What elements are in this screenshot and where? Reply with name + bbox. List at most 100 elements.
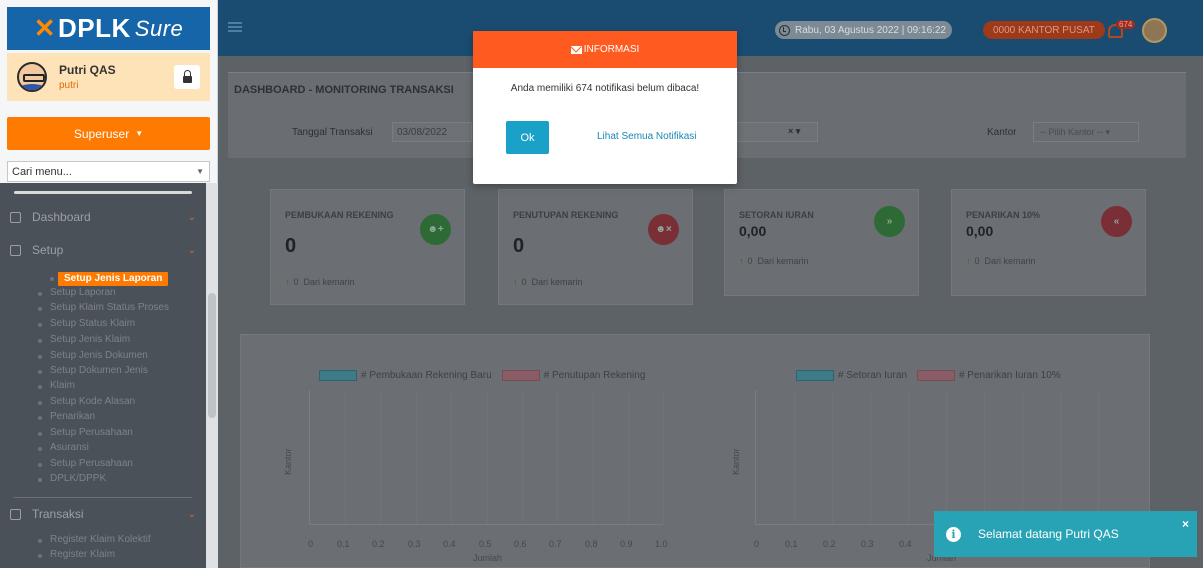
x-tick: 0.2 bbox=[823, 539, 836, 549]
chart-left-ylabel: Kantor bbox=[283, 448, 293, 475]
legend-label: # Penarikan Iuran 10% bbox=[958, 370, 1061, 381]
profile-name: Putri QAS bbox=[59, 63, 116, 77]
add-user-icon: ☻+ bbox=[420, 214, 451, 245]
gridline bbox=[628, 390, 629, 524]
caret-down-icon: ▼ bbox=[135, 129, 144, 138]
gridline bbox=[946, 390, 947, 524]
sidebar-item-label: Setup bbox=[32, 243, 64, 257]
sidebar-scroll-thumb[interactable] bbox=[208, 293, 216, 418]
sidebar-subitem-setup-jenis-klaim[interactable]: Setup Jenis Klaim bbox=[38, 334, 200, 346]
arrow-up-icon: ↑ bbox=[966, 256, 971, 266]
menu-search-select[interactable]: Cari menu... ▼ bbox=[7, 161, 210, 182]
arrow-up-icon: ↑ bbox=[285, 277, 290, 287]
gridline bbox=[345, 390, 346, 524]
card-trend-value: 0 bbox=[293, 277, 299, 287]
remove-user-icon: ☻× bbox=[648, 214, 679, 245]
sidebar-subitem-setup-status-klaim[interactable]: Setup Status Klaim bbox=[38, 318, 200, 330]
office-badge[interactable]: 0000 KANTOR PUSAT bbox=[983, 21, 1105, 39]
card-trend-value: 0 bbox=[974, 256, 980, 266]
caret-down-icon: ▼ bbox=[196, 167, 204, 176]
chart-left-xlabel: Jumlah bbox=[473, 553, 503, 563]
chart-right-plot bbox=[755, 390, 1135, 525]
sidebar-menu: Dashboard ⌄ Setup ⌄ Setup Jenis Laporan … bbox=[0, 183, 218, 568]
card-trend-label: Dari kemarin bbox=[531, 277, 583, 287]
stat-card-penutupan: PENUTUPAN REKENING 0 ☻× ↑ 0 Dari kemarin bbox=[498, 189, 693, 305]
menu-divider bbox=[14, 497, 192, 498]
card-value: 0,00 bbox=[966, 223, 994, 239]
kantor-select[interactable]: -- Pilih Kantor -- ▾ bbox=[1033, 122, 1139, 142]
lock-button[interactable] bbox=[174, 65, 200, 89]
gridline bbox=[794, 390, 795, 524]
notification-modal: INFORMASI Anda memiliki 674 notifikasi b… bbox=[473, 31, 737, 184]
sidebar-subitem-continuation: DPLK/DPPK bbox=[38, 473, 200, 485]
gridline bbox=[487, 390, 488, 524]
logo-suffix: Sure bbox=[134, 15, 184, 41]
x-tick: 0.3 bbox=[408, 539, 421, 549]
gridline bbox=[522, 390, 523, 524]
card-value: 0 bbox=[285, 235, 297, 257]
legend-swatch bbox=[916, 370, 955, 381]
sidebar-subitem-setup-perusahaan-asuransi[interactable]: Setup Perusahaan bbox=[38, 427, 200, 439]
sidebar-subitem-setup-jenis-laporan[interactable]: Setup Jenis Laporan bbox=[49, 272, 169, 286]
filter-date-input[interactable]: 03/08/2022 bbox=[392, 122, 472, 142]
sidebar-subitem-setup-laporan[interactable]: Setup Laporan bbox=[38, 287, 200, 299]
logo-mark-icon: ✕ bbox=[33, 13, 57, 43]
sidebar-subitem-setup-kode-alasan[interactable]: Setup Kode Alasan bbox=[38, 396, 200, 408]
sidebar-item-dashboard[interactable]: Dashboard ⌄ bbox=[10, 210, 196, 224]
info-icon: i bbox=[946, 526, 961, 542]
sidebar-item-label: Dashboard bbox=[32, 210, 91, 224]
profile-username: putri bbox=[59, 80, 79, 91]
card-value: 0 bbox=[513, 235, 525, 257]
chevron-down-icon: ⌄ bbox=[187, 244, 196, 256]
notification-button[interactable]: 674 bbox=[1108, 20, 1136, 40]
card-title: PENARIKAN 10% bbox=[966, 210, 1041, 220]
sidebar-subitem-continuation: Klaim bbox=[38, 380, 200, 392]
sidebar-subitem-register-klaim-kolektif[interactable]: Register Klaim Kolektif bbox=[38, 534, 200, 546]
sidebar-subitem-setup-klaim-status-proses[interactable]: Setup Klaim Status Proses bbox=[38, 302, 200, 314]
gridline bbox=[984, 390, 985, 524]
chevron-down-icon: ⌄ bbox=[187, 211, 196, 223]
sidebar-item-transaksi[interactable]: Transaksi ⌄ bbox=[10, 507, 196, 521]
modal-title: INFORMASI bbox=[583, 44, 640, 55]
x-tick: 0 bbox=[754, 539, 760, 549]
chart-left-plot bbox=[309, 390, 664, 525]
x-tick: 0.1 bbox=[785, 539, 798, 549]
modal-header: INFORMASI bbox=[473, 31, 737, 68]
chart-left-legend: # Pembukaan Rekening Baru # Penutupan Re… bbox=[319, 370, 645, 381]
square-icon bbox=[10, 211, 21, 223]
legend-swatch bbox=[796, 370, 834, 381]
clear-icon[interactable]: × ▾ bbox=[788, 126, 800, 137]
gridline bbox=[832, 390, 833, 524]
app-logo[interactable]: ✕ DPLK Sure bbox=[7, 7, 210, 50]
legend-swatch bbox=[501, 370, 540, 381]
gridline bbox=[593, 390, 594, 524]
card-value: 0,00 bbox=[739, 223, 767, 239]
card-trend-label: Dari kemarin bbox=[757, 256, 809, 266]
card-trend: ↑ 0 Dari kemarin bbox=[285, 277, 355, 287]
close-icon[interactable]: × bbox=[1182, 517, 1189, 531]
header-avatar[interactable] bbox=[1142, 18, 1167, 43]
card-trend-value: 0 bbox=[747, 256, 753, 266]
sidebar-subitem-register-klaim[interactable]: Register Klaim bbox=[38, 549, 200, 561]
x-tick: 0.4 bbox=[899, 539, 912, 549]
stat-card-setoran: SETORAN IURAN 0,00 » ↑ 0 Dari kemarin bbox=[724, 189, 919, 296]
legend-swatch bbox=[319, 370, 357, 381]
gridline bbox=[1098, 390, 1099, 524]
gridline bbox=[557, 390, 558, 524]
square-icon bbox=[10, 244, 21, 256]
chart-right-legend: # Setoran Iuran # Penarikan Iuran 10% bbox=[796, 370, 1061, 381]
see-all-notifications-link[interactable]: Lihat Semua Notifikasi bbox=[597, 131, 697, 142]
sidebar-subitem-setup-perusahaan-dplk[interactable]: Setup Perusahaan bbox=[38, 458, 200, 470]
ok-button[interactable]: Ok bbox=[506, 121, 549, 154]
sidebar-item-setup[interactable]: Setup ⌄ bbox=[10, 243, 196, 257]
sidebar-subitem-setup-jenis-dokumen[interactable]: Setup Jenis Dokumen bbox=[38, 350, 200, 362]
double-chevron-down-icon: « bbox=[1101, 206, 1132, 237]
x-tick: 0.2 bbox=[372, 539, 385, 549]
role-dropdown[interactable]: Superuser ▼ bbox=[7, 117, 210, 150]
x-tick: 0.7 bbox=[549, 539, 562, 549]
hamburger-menu-icon[interactable] bbox=[228, 22, 242, 32]
sidebar-subitem-setup-dokumen-jenis[interactable]: Setup Dokumen Jenis bbox=[38, 365, 200, 377]
card-trend: ↑ 0 Dari kemarin bbox=[966, 256, 1036, 266]
stat-card-pembukaan: PEMBUKAAN REKENING 0 ☻+ ↑ 0 Dari kemarin bbox=[270, 189, 465, 305]
card-trend-label: Dari kemarin bbox=[303, 277, 355, 287]
